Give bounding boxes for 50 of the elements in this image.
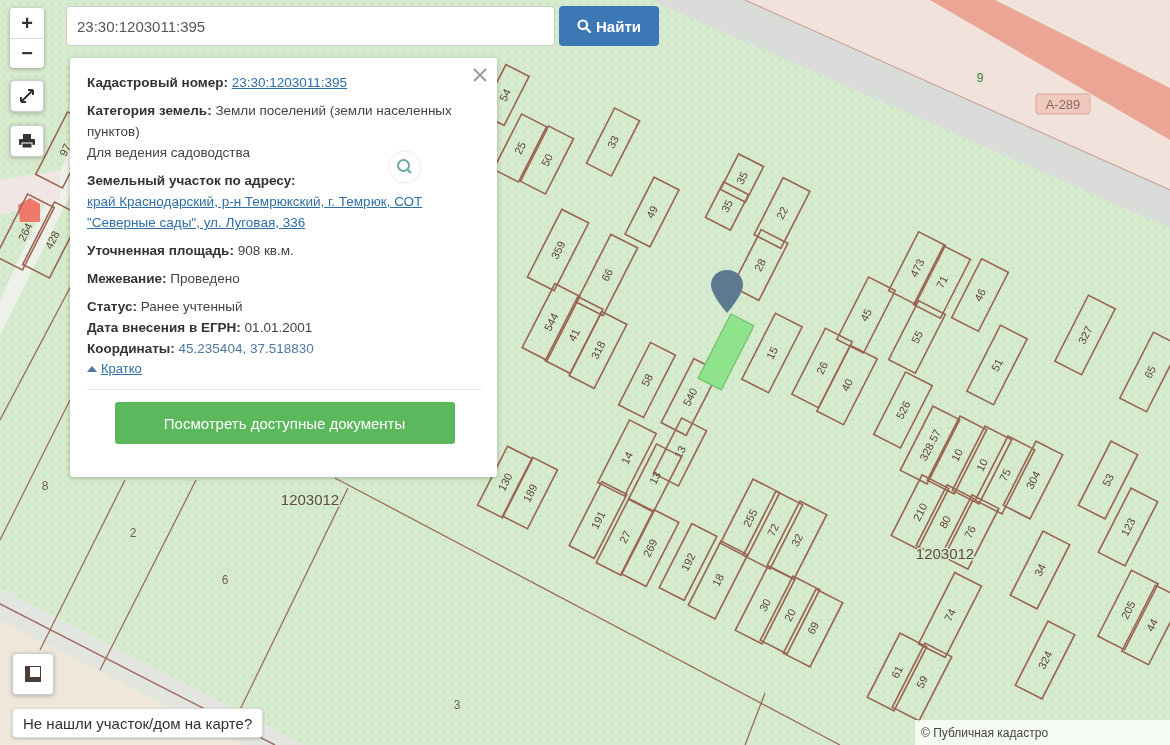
find-button[interactable]: Найти xyxy=(559,6,659,46)
plot-number: 3 xyxy=(453,698,461,712)
land-parcel[interactable]: 49 xyxy=(623,176,681,248)
close-icon[interactable] xyxy=(473,68,487,82)
frame-icon xyxy=(24,665,42,683)
land-parcel[interactable]: 34 xyxy=(1009,530,1071,610)
search-icon xyxy=(577,19,591,33)
info-link[interactable]: край Краснодарский, р-н Темрюкский, г. Темрюк, СОТ "Северные сады", ул. Луговая, 336 xyxy=(87,191,482,233)
zoom-in-button[interactable]: + xyxy=(10,8,44,38)
land-parcel[interactable]: 324 xyxy=(1014,620,1076,700)
plot-number: 6 xyxy=(221,573,229,587)
info-row-text: Координаты: 45.235404, 37.518830 xyxy=(87,340,315,358)
land-parcel[interactable]: 15 xyxy=(740,312,804,394)
expand-icon xyxy=(19,88,35,104)
land-parcel[interactable]: 123 xyxy=(1097,487,1159,567)
land-parcel[interactable]: 66 xyxy=(575,233,639,317)
not-found-button[interactable]: Не нашли участок/дом на карте? xyxy=(12,708,264,738)
land-parcel[interactable]: 46 xyxy=(950,257,1010,333)
zoom-out-button[interactable]: − xyxy=(10,38,44,68)
info-row-text: Уточненная площадь: 908 кв.м. xyxy=(87,242,295,260)
plot-number: 2 xyxy=(129,526,137,540)
attribution-text: © Публичная кадастро xyxy=(921,725,1049,740)
land-parcel[interactable]: 58 xyxy=(617,341,677,419)
land-parcel[interactable]: 65 xyxy=(1118,331,1170,413)
printer-icon xyxy=(18,133,36,149)
info-row-text: Дата внесения в ЕГРН: 01.01.2001 xyxy=(87,319,314,337)
land-parcel[interactable]: 22 xyxy=(753,176,811,250)
building-drawing xyxy=(18,198,40,222)
plot-number: 8 xyxy=(41,479,49,493)
fullscreen-button[interactable] xyxy=(10,80,44,112)
land-parcel[interactable]: 55 xyxy=(887,299,947,375)
land-parcel[interactable]: 359 xyxy=(526,208,590,292)
info-link[interactable]: 23:30:1203011:395 xyxy=(231,75,348,90)
caret-up-icon xyxy=(87,365,97,372)
print-button[interactable] xyxy=(10,125,44,157)
search-field[interactable]: 23:30:1203011:395 xyxy=(66,6,555,46)
land-parcel[interactable]: 45 xyxy=(835,275,897,355)
land-parcel[interactable]: 33 xyxy=(585,106,641,178)
layers-button[interactable] xyxy=(12,653,54,695)
info-row-text: Межевание: Проведено xyxy=(87,270,241,288)
info-row-text: Статус: Ранее учтенный xyxy=(87,298,244,316)
location-pin-icon[interactable] xyxy=(711,270,743,313)
land-parcel[interactable]: 51 xyxy=(965,324,1029,406)
land-parcel[interactable]: 74 xyxy=(917,571,983,659)
land-parcel[interactable]: 327 xyxy=(1053,294,1117,376)
block-number: 1203012 xyxy=(280,491,340,508)
highway-badge: А-289 xyxy=(1035,93,1091,115)
collapse-link[interactable]: Кратко xyxy=(101,358,142,379)
plot-number: 9 xyxy=(976,71,984,85)
search-icon[interactable] xyxy=(388,150,422,184)
